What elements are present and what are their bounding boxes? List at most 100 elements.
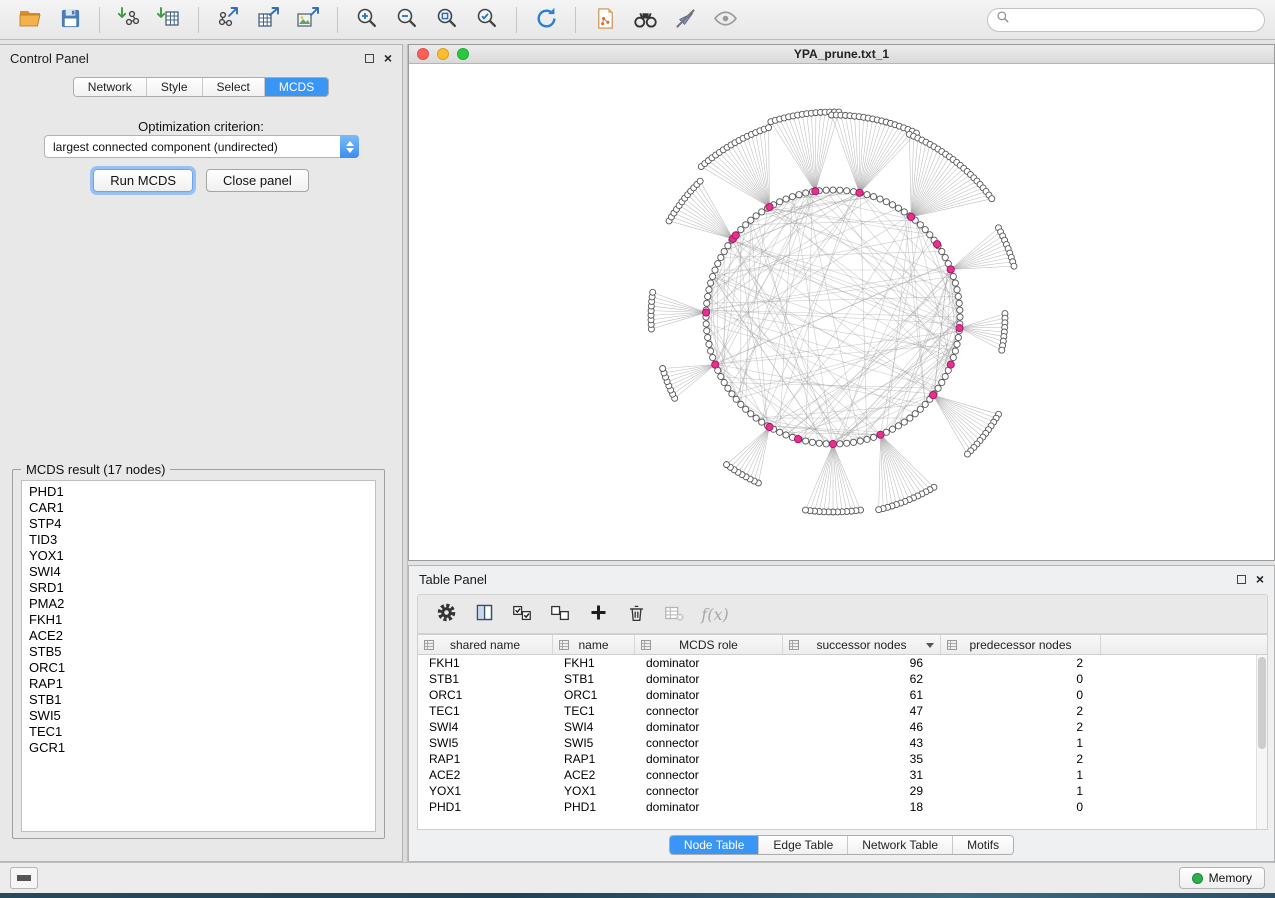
network-node[interactable]	[957, 314, 963, 320]
mcds-result-item[interactable]: ACE2	[22, 628, 375, 644]
network-node[interactable]	[950, 354, 956, 360]
network-node[interactable]	[721, 379, 727, 385]
float-panel-icon[interactable]	[365, 54, 374, 63]
column-header-name[interactable]: name	[553, 635, 635, 654]
mcds-result-item[interactable]: TID3	[22, 532, 375, 548]
network-node[interactable]	[954, 341, 960, 347]
import-table-button[interactable]	[149, 3, 189, 37]
network-node[interactable]	[927, 232, 933, 238]
network-node[interactable]	[738, 401, 744, 407]
network-node[interactable]	[743, 222, 749, 228]
mcds-result-item[interactable]: SWI4	[22, 564, 375, 580]
network-node[interactable]	[708, 280, 714, 286]
network-node[interactable]	[844, 440, 850, 446]
network-node[interactable]	[870, 434, 876, 440]
network-node[interactable]	[705, 293, 711, 299]
network-node[interactable]	[816, 440, 822, 446]
add-column-button[interactable]	[582, 599, 614, 629]
network-node[interactable]	[706, 287, 712, 293]
table-row[interactable]: ACE2ACE2connector311	[418, 767, 1267, 783]
network-node[interactable]	[907, 415, 913, 421]
network-node[interactable]	[796, 192, 802, 198]
network-node[interactable]	[889, 426, 895, 432]
column-header-shared-name[interactable]: shared name	[418, 635, 553, 654]
network-node[interactable]	[703, 321, 709, 327]
network-node[interactable]	[864, 436, 870, 442]
network-node[interactable]	[789, 194, 795, 200]
network-node[interactable]	[705, 334, 711, 340]
refresh-layout-button[interactable]	[526, 3, 566, 37]
network-node[interactable]	[725, 243, 731, 249]
mcds-dominator-node[interactable]	[702, 309, 709, 316]
mcds-result-item[interactable]: FKH1	[22, 612, 375, 628]
function-builder-button[interactable]: f(x)	[696, 599, 728, 629]
export-web-button[interactable]	[585, 3, 625, 37]
network-node[interactable]	[721, 248, 727, 254]
network-node[interactable]	[956, 300, 962, 306]
network-node[interactable]	[876, 507, 882, 513]
mcds-dominator-node[interactable]	[766, 423, 773, 430]
network-node[interactable]	[850, 439, 856, 445]
mcds-dominator-node[interactable]	[732, 232, 739, 239]
zoom-fit-button[interactable]	[427, 3, 467, 37]
network-node[interactable]	[718, 254, 724, 260]
network-node[interactable]	[957, 307, 963, 313]
network-node[interactable]	[697, 178, 703, 184]
network-node[interactable]	[729, 391, 735, 397]
network-node[interactable]	[718, 373, 724, 379]
network-node[interactable]	[857, 438, 863, 444]
search-network-button[interactable]	[625, 3, 665, 37]
tab-motifs[interactable]: Motifs	[952, 836, 1013, 854]
network-node[interactable]	[823, 187, 829, 193]
network-node[interactable]	[704, 328, 710, 334]
table-row[interactable]: SWI5SWI5connector431	[418, 735, 1267, 751]
mcds-result-item[interactable]: RAP1	[22, 676, 375, 692]
import-network-button[interactable]	[109, 3, 149, 37]
show-graphics-details-button[interactable]	[705, 3, 745, 37]
network-node[interactable]	[704, 300, 710, 306]
network-node[interactable]	[706, 341, 712, 347]
network-node[interactable]	[942, 373, 948, 379]
network-node[interactable]	[895, 205, 901, 211]
hide-graphics-button[interactable]	[665, 3, 705, 37]
network-node[interactable]	[724, 462, 730, 468]
close-panel-icon[interactable]: ×	[384, 53, 392, 63]
mcds-result-item[interactable]: YOX1	[22, 548, 375, 564]
network-node[interactable]	[748, 217, 754, 223]
mcds-dominator-node[interactable]	[877, 431, 884, 438]
table-row[interactable]: PHD1PHD1dominator180	[418, 799, 1267, 815]
network-node[interactable]	[877, 196, 883, 202]
network-window-titlebar[interactable]: YPA_prune.txt_1	[409, 45, 1274, 64]
window-minimize-icon[interactable]	[437, 48, 449, 60]
zoom-out-button[interactable]	[387, 3, 427, 37]
mcds-result-item[interactable]: STB5	[22, 644, 375, 660]
table-row[interactable]: TEC1TEC1connector472	[418, 703, 1267, 719]
mcds-dominator-node[interactable]	[766, 203, 773, 210]
column-header-predecessor-nodes[interactable]: predecessor nodes	[941, 635, 1101, 654]
mcds-dominator-node[interactable]	[812, 188, 819, 195]
network-node[interactable]	[783, 432, 789, 438]
table-row[interactable]: SWI4SWI4dominator462	[418, 719, 1267, 735]
mcds-dominator-node[interactable]	[829, 440, 836, 447]
window-close-icon[interactable]	[417, 48, 429, 60]
export-image-button[interactable]	[288, 3, 328, 37]
network-canvas[interactable]	[409, 64, 1274, 560]
tab-network[interactable]: Network	[74, 78, 146, 96]
network-node[interactable]	[1011, 263, 1017, 269]
network-node[interactable]	[942, 254, 948, 260]
network-node[interactable]	[901, 419, 907, 425]
network-node[interactable]	[650, 289, 656, 295]
mcds-result-item[interactable]: PHD1	[22, 484, 375, 500]
zoom-in-button[interactable]	[347, 3, 387, 37]
column-header-successor-nodes[interactable]: successor nodes	[783, 635, 941, 654]
mcds-dominator-node[interactable]	[794, 435, 801, 442]
mcds-result-item[interactable]: CAR1	[22, 500, 375, 516]
network-node[interactable]	[759, 419, 765, 425]
window-maximize-icon[interactable]	[457, 48, 469, 60]
network-node[interactable]	[809, 439, 815, 445]
network-node[interactable]	[743, 406, 749, 412]
network-graph[interactable]	[409, 64, 1274, 560]
mcds-dominator-node[interactable]	[908, 213, 915, 220]
save-session-button[interactable]	[50, 3, 90, 37]
mcds-result-item[interactable]: STB1	[22, 692, 375, 708]
